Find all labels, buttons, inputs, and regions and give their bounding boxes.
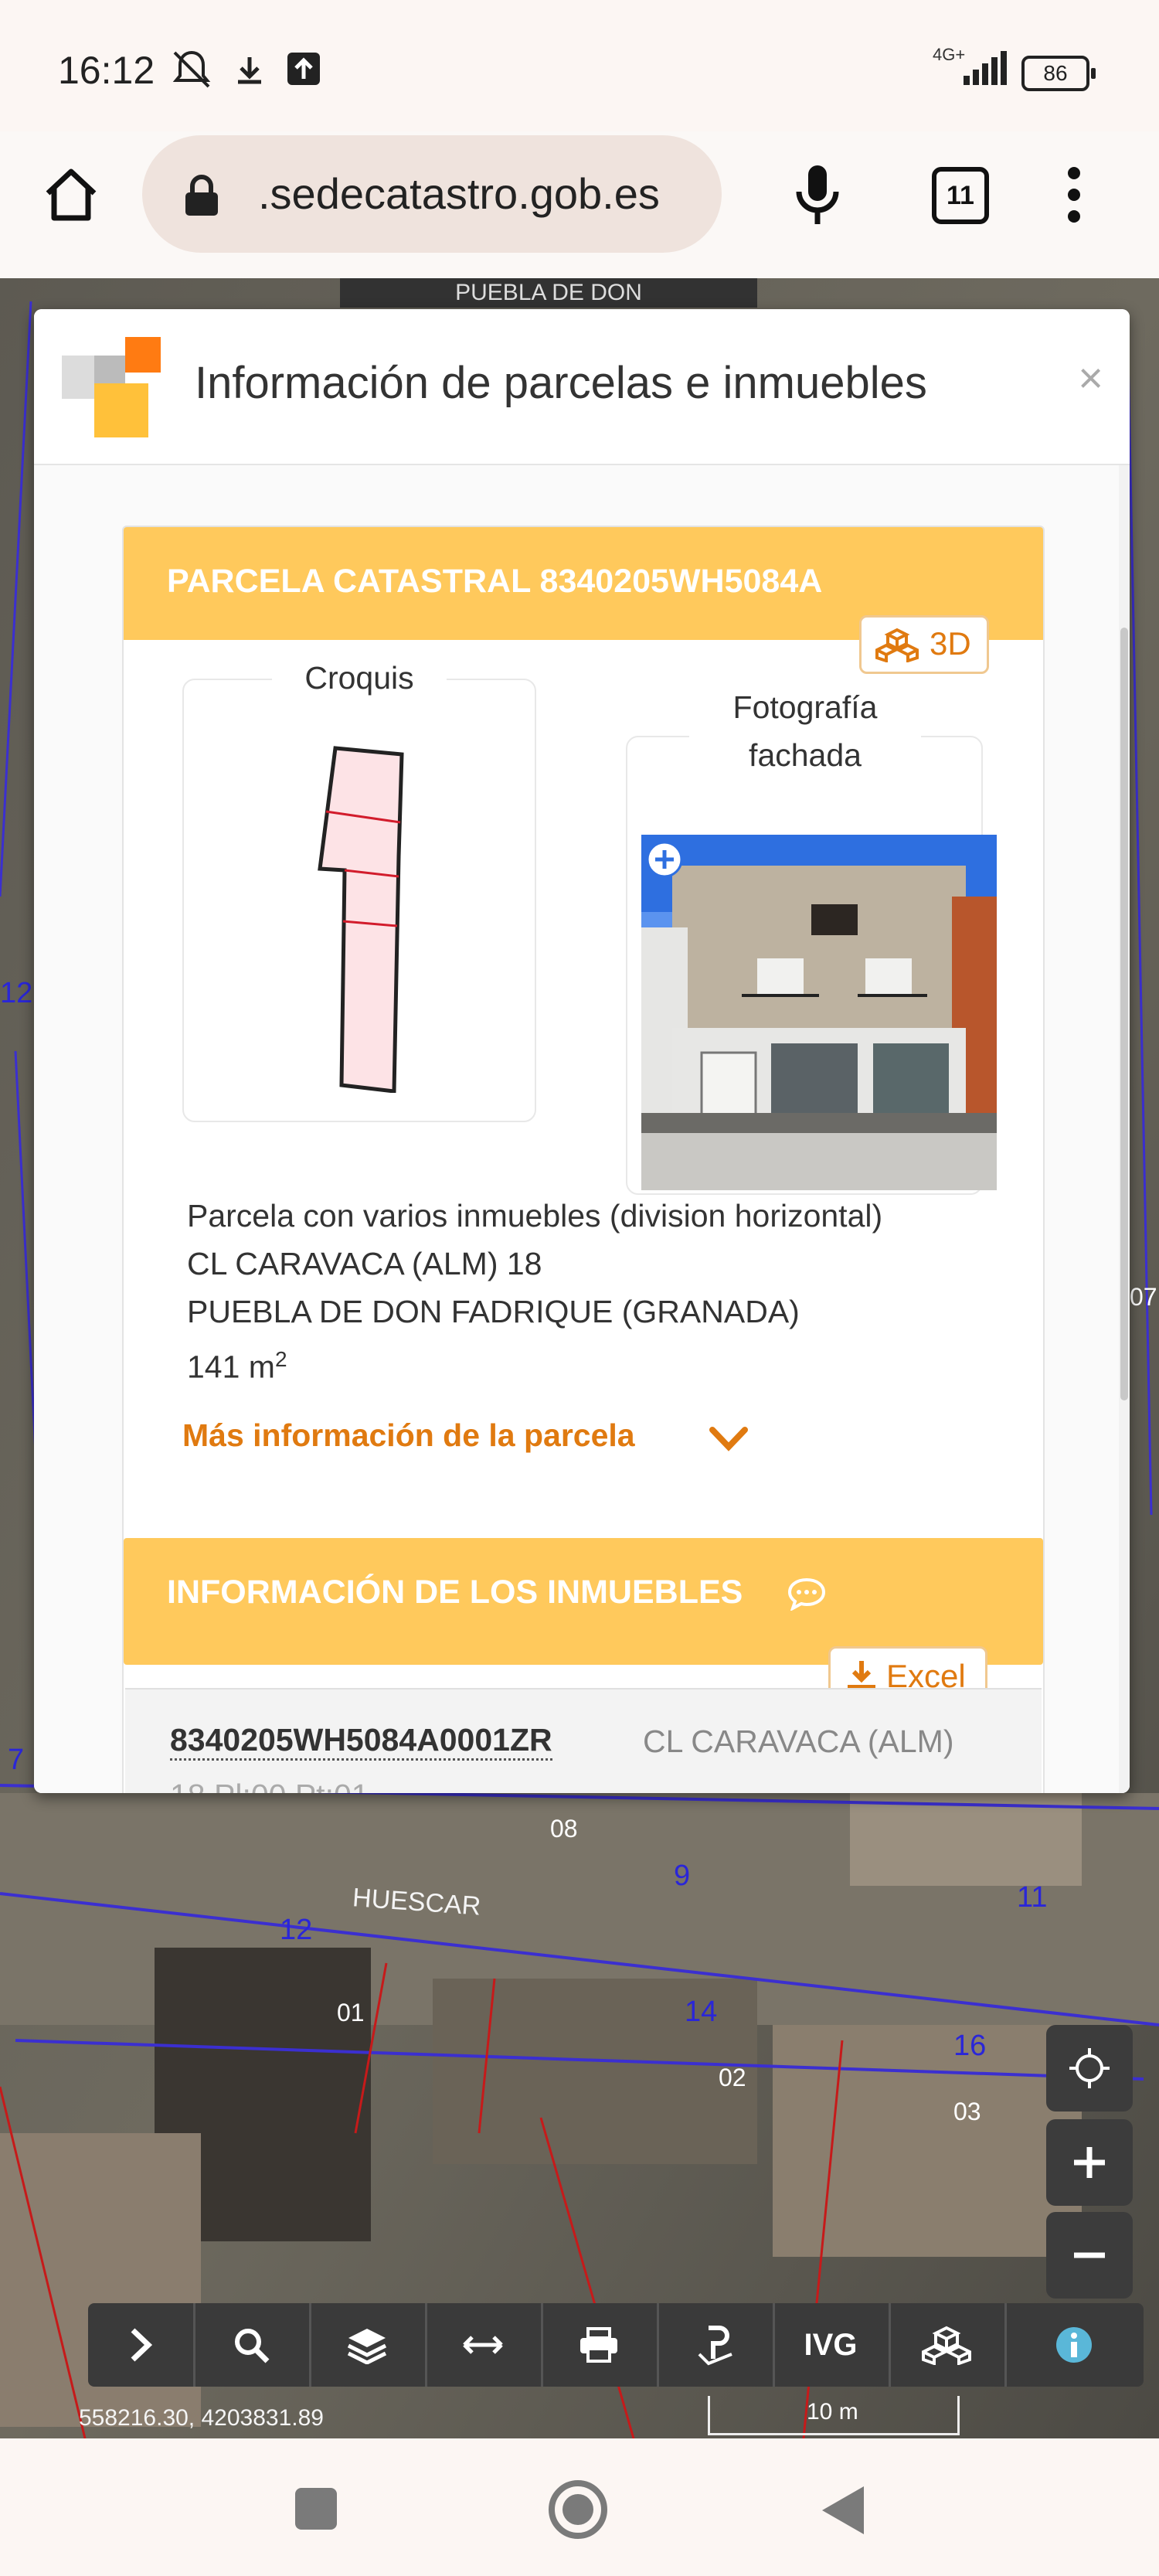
dialog-scrollbar[interactable] bbox=[1119, 465, 1130, 1793]
zoom-out-button[interactable] bbox=[1046, 2212, 1133, 2299]
info-button[interactable] bbox=[1004, 2303, 1144, 2387]
inmueble-detail: 18 Pl:00 Pt:01 bbox=[170, 1778, 369, 1793]
tab-switcher-button[interactable]: 11 bbox=[932, 167, 989, 224]
parcel-pin-icon bbox=[698, 2326, 732, 2366]
system-nav-bar bbox=[0, 2438, 1159, 2576]
parcel-sketch bbox=[318, 746, 404, 1093]
scale-label: 10 m bbox=[807, 2399, 858, 2425]
more-info-link[interactable]: Más información de la parcela bbox=[182, 1417, 748, 1454]
map-label-parcel: 02 bbox=[719, 2064, 746, 2091]
map-label-parcel: 14 bbox=[685, 1996, 718, 2028]
inmuebles-header-text: INFORMACIÓN DE LOS INMUEBLES bbox=[167, 1574, 743, 1611]
map-label-parcel: 7 bbox=[8, 1744, 25, 1776]
crosshair-icon bbox=[1069, 2048, 1110, 2088]
map-label-parcel: 12 bbox=[280, 1914, 313, 1946]
printer-icon bbox=[580, 2327, 617, 2363]
more-menu-icon[interactable] bbox=[1059, 164, 1089, 226]
url-bar[interactable]: .sedecatastro.gob.es bbox=[142, 135, 722, 253]
map-label-parcel: 01 bbox=[337, 1999, 365, 2026]
url-text: .sedecatastro.gob.es bbox=[258, 169, 660, 218]
measure-button[interactable] bbox=[425, 2303, 543, 2387]
search-icon bbox=[235, 2329, 270, 2363]
microphone-icon[interactable] bbox=[787, 161, 848, 230]
facade-photo[interactable] bbox=[641, 835, 997, 1190]
dialog-title: Información de parcelas e inmuebles bbox=[195, 358, 927, 408]
lock-icon bbox=[185, 175, 218, 216]
photo-label-line1: Fotografía bbox=[732, 689, 878, 725]
inmueble-row[interactable]: 8340205WH5084A0001ZR CL CARAVACA (ALM) 1… bbox=[125, 1688, 1042, 1793]
parcel-area-value: 141 m bbox=[187, 1349, 275, 1385]
ivg-button[interactable]: IVG bbox=[773, 2303, 891, 2387]
zoom-in-icon[interactable] bbox=[644, 839, 685, 880]
print-button[interactable] bbox=[541, 2303, 659, 2387]
map-coordinates: 558216.30, 4203831.89 bbox=[79, 2405, 324, 2431]
inmueble-reference-link[interactable]: 8340205WH5084A0001ZR bbox=[170, 1722, 552, 1761]
parcel-description: Parcela con varios inmuebles (division h… bbox=[187, 1192, 882, 1391]
status-time: 16:12 bbox=[58, 49, 155, 92]
inmueble-address: CL CARAVACA (ALM) bbox=[643, 1724, 954, 1759]
area-unit-superscript: 2 bbox=[274, 1347, 287, 1371]
3d-button[interactable]: 3D bbox=[859, 615, 989, 674]
network-type-label: 4G+ bbox=[933, 45, 966, 64]
scroll-thumb[interactable] bbox=[1120, 628, 1128, 1400]
croquis-box: Croquis bbox=[182, 660, 536, 1122]
map-label-parcel: 12 bbox=[0, 977, 33, 1009]
facade-image bbox=[641, 835, 997, 1190]
download-icon bbox=[238, 57, 261, 84]
layers-button[interactable] bbox=[309, 2303, 427, 2387]
search-button[interactable] bbox=[193, 2303, 311, 2387]
cubes-icon bbox=[875, 628, 919, 662]
photo-label-line2: fachada bbox=[749, 737, 862, 773]
zoom-in-button[interactable] bbox=[1046, 2119, 1133, 2206]
home-icon[interactable] bbox=[40, 164, 102, 226]
map-label-parcel: 07 bbox=[1130, 1283, 1157, 1311]
upload-icon bbox=[287, 53, 320, 85]
parcel-street: CL CARAVACA (ALM) 18 bbox=[187, 1246, 542, 1281]
parcel-type: Parcela con varios inmuebles (division h… bbox=[187, 1198, 883, 1234]
map-label-parcel: 16 bbox=[953, 2030, 987, 2062]
map-toolbar: IVG bbox=[88, 2303, 1144, 2387]
home-nav-icon[interactable] bbox=[546, 2477, 610, 2542]
more-info-label: Más información de la parcela bbox=[182, 1417, 635, 1453]
parcel-card: PARCELA CATASTRAL 8340205WH5084A 3D Croq… bbox=[122, 526, 1045, 1793]
catastro-logo-icon bbox=[62, 337, 161, 437]
parcel-locate-button[interactable] bbox=[657, 2303, 775, 2387]
croquis-label: Croquis bbox=[272, 660, 447, 696]
battery-indicator: 86 bbox=[1021, 56, 1096, 91]
map-label-parcel: 9 bbox=[674, 1860, 691, 1892]
cubes-icon bbox=[919, 2326, 974, 2366]
chevron-right-icon bbox=[131, 2328, 153, 2362]
photo-label: Fotografía fachada bbox=[689, 683, 921, 779]
layers-icon bbox=[347, 2329, 387, 2365]
close-button[interactable]: × bbox=[1078, 352, 1103, 403]
do-not-disturb-icon bbox=[172, 50, 211, 88]
map-label-parcel: 08 bbox=[550, 1815, 578, 1843]
expand-toolbar-button[interactable] bbox=[88, 2303, 195, 2387]
map-place-label: PUEBLA DE DON FADRIQUE(GRANADA) bbox=[340, 278, 757, 335]
download-icon bbox=[848, 1661, 875, 1690]
minus-icon bbox=[1074, 2252, 1105, 2258]
recent-apps-icon[interactable] bbox=[292, 2485, 340, 2533]
parcel-municipality: PUEBLA DE DON FADRIQUE (GRANADA) bbox=[187, 1294, 800, 1329]
parcel-header-text: PARCELA CATASTRAL 8340205WH5084A bbox=[167, 563, 823, 600]
info-icon bbox=[1056, 2327, 1092, 2363]
ivg-icon: IVG bbox=[804, 2328, 858, 2362]
3d-view-button[interactable] bbox=[889, 2303, 1007, 2387]
3d-label: 3D bbox=[930, 625, 971, 662]
tab-count: 11 bbox=[947, 181, 974, 210]
map-label-parcel: 03 bbox=[953, 2098, 981, 2125]
map-label-parcel: 11 bbox=[1017, 1881, 1048, 1914]
info-dialog: Información de parcelas e inmuebles × PA… bbox=[34, 309, 1130, 1793]
signal-icon bbox=[964, 51, 1007, 85]
dialog-header: Información de parcelas e inmuebles × bbox=[34, 309, 1130, 465]
chevron-down-icon bbox=[709, 1427, 748, 1451]
measure-arrows-icon bbox=[463, 2336, 503, 2354]
back-icon[interactable] bbox=[817, 2483, 868, 2537]
parcel-area: 141 m2 bbox=[187, 1336, 882, 1391]
comment-icon bbox=[787, 1577, 826, 1611]
status-bar: 16:12 4G+ 86 bbox=[0, 0, 1159, 131]
dialog-body[interactable]: PARCELA CATASTRAL 8340205WH5084A 3D Croq… bbox=[34, 465, 1130, 1793]
plus-icon bbox=[1074, 2147, 1105, 2178]
locate-button[interactable] bbox=[1046, 2025, 1133, 2112]
